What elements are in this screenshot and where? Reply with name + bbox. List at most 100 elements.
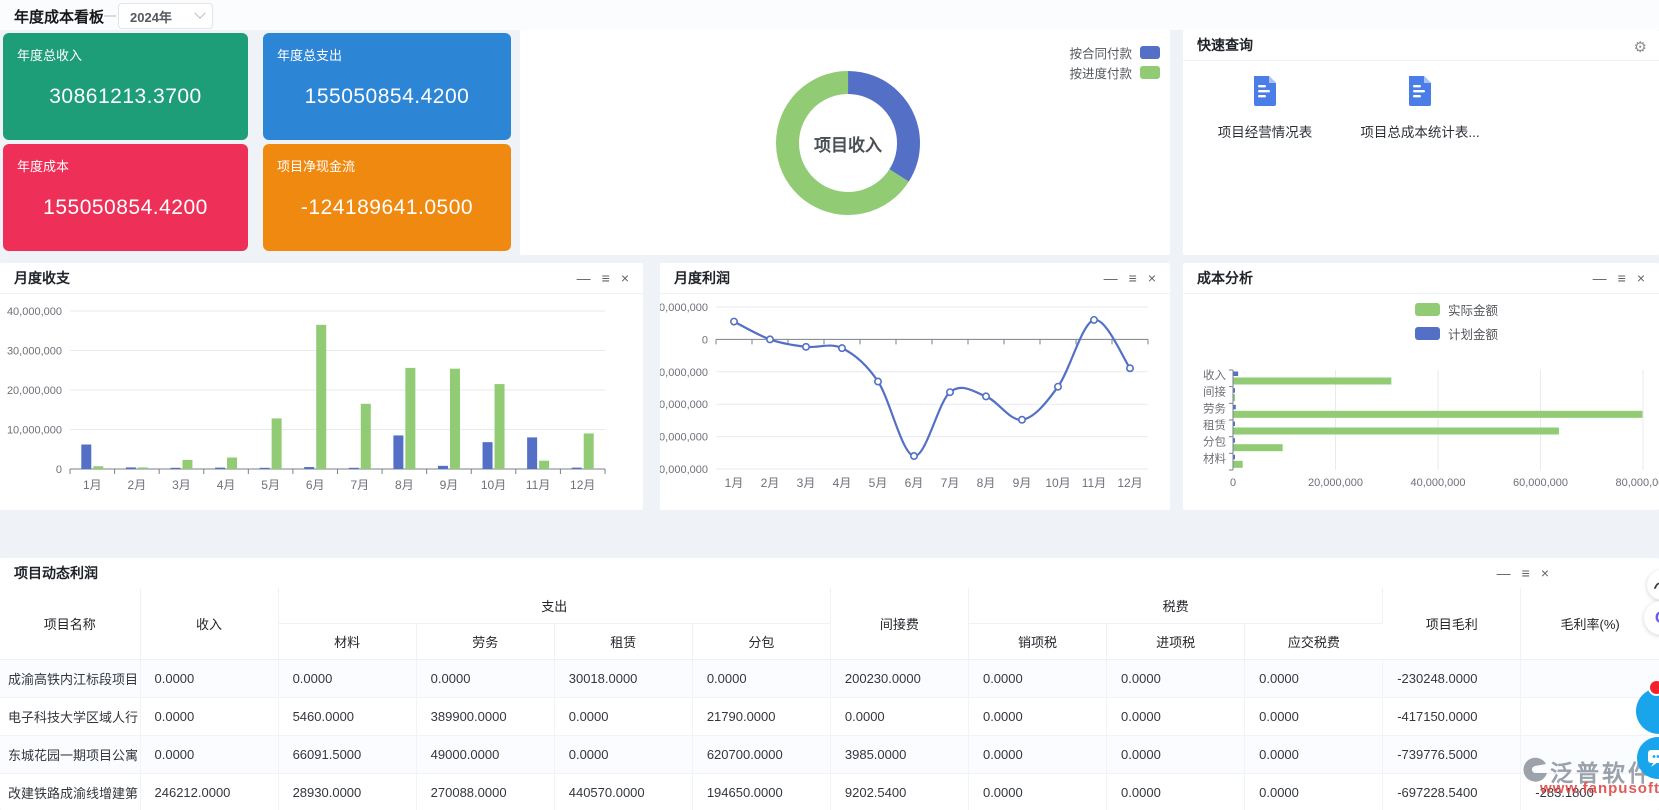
minimize-icon[interactable]: — [1593,271,1607,285]
svg-text:8月: 8月 [977,476,996,490]
svg-text:9月: 9月 [440,478,459,492]
dynamic-profit-table: 项目名称 收入 支出 间接费 税费 项目毛利 毛利率(%) 材料 劳务 租赁 分… [0,588,1659,810]
monthly-bar-chart: 010,000,00020,000,00030,000,00040,000,00… [0,295,643,505]
value-cell: 0.0000 [830,698,968,736]
squiggle-icon [1653,578,1659,592]
value-cell: 0.0000 [554,698,692,736]
value-cell: 0.0000 [968,660,1106,698]
value-cell: 194650.0000 [692,774,830,810]
kpi-card-total-income: 年度总收入 30861213.3700 [3,33,248,140]
document-icon [1251,74,1279,106]
value-cell: -739776.5000 [1383,736,1521,774]
value-cell: 0.0000 [278,660,416,698]
close-icon[interactable]: × [1148,271,1156,285]
close-icon[interactable]: × [621,271,629,285]
menu-icon[interactable]: ≡ [602,271,610,285]
value-cell: -417150.0000 [1383,698,1521,736]
svg-text:12月: 12月 [1117,476,1142,490]
svg-text:7月: 7月 [350,478,369,492]
value-cell: 0.0000 [1245,660,1383,698]
value-cell: 21790.0000 [692,698,830,736]
value-cell: -283.1800 [1521,774,1659,810]
table-header: 项目名称 收入 支出 间接费 税费 项目毛利 毛利率(%) 材料 劳务 租赁 分… [0,588,1659,660]
svg-text:30,000,000: 30,000,000 [7,346,62,358]
svg-text:12月: 12月 [570,478,595,492]
svg-text:-30,000,000: -30,000,000 [660,432,708,444]
chat-bubble-icon [1647,748,1659,768]
svg-text:7月: 7月 [941,476,960,490]
svg-text:2月: 2月 [761,476,780,490]
svg-text:间接: 间接 [1203,386,1226,399]
value-cell: 0.0000 [968,774,1106,810]
value-cell: 0.0000 [692,660,830,698]
quick-query-item-operating-report[interactable]: 项目经营情况表 [1195,74,1335,141]
menu-icon[interactable]: ≡ [1129,271,1137,285]
kpi-card-total-expense: 年度总支出 155050854.4200 [263,33,511,140]
kpi-card-annual-cost: 年度成本 155050854.4200 [3,144,248,251]
legend-item-progress[interactable]: 按进度付款 [1069,62,1160,82]
kpi-value: 155050854.4200 [263,85,511,109]
value-cell [1521,660,1659,698]
svg-text:5月: 5月 [869,476,888,490]
svg-text:20,000,000: 20,000,000 [7,385,62,397]
svg-text:11月: 11月 [526,478,550,492]
value-cell: 246212.0000 [140,774,278,810]
panel-title: 成本分析 [1197,268,1253,288]
close-icon[interactable]: × [1541,566,1549,580]
svg-text:1月: 1月 [83,478,102,492]
value-cell: 5460.0000 [278,698,416,736]
col-header-margin: 毛利率(%) [1521,588,1659,660]
value-cell: 28930.0000 [278,774,416,810]
project-name-cell: 改建铁路成渝线增建第 [0,774,140,810]
quick-query-panel: 快速查询 ⚙ 项目经营情况表 项目总成本统计表... [1183,30,1659,255]
year-selector[interactable]: 2024年 [118,3,213,29]
svg-text:0: 0 [56,464,62,476]
panel-title: 月度收支 [14,268,70,288]
col-header-output-tax: 销项税 [968,624,1106,660]
col-header-rent: 租赁 [554,624,692,660]
document-icon [1406,74,1434,106]
svg-text:租赁: 租赁 [1203,418,1226,432]
quick-query-item-label: 项目经营情况表 [1195,121,1335,141]
kpi-value: 155050854.4200 [3,196,248,220]
kpi-label: 年度总收入 [17,45,82,64]
table-row: 电子科技大学区域人行0.00005460.0000389900.00000.00… [0,698,1659,736]
pie-legend: 按合同付款 按进度付款 [1069,42,1160,82]
kpi-label: 项目净现金流 [277,156,355,175]
svg-text:4月: 4月 [833,476,852,490]
kpi-label: 年度成本 [17,156,69,175]
project-income-panel: 项目收入 按合同付款 按进度付款 [520,30,1170,255]
value-cell: 66091.5000 [278,736,416,774]
legend-swatch [1140,66,1160,79]
value-cell: 0.0000 [968,736,1106,774]
svg-text:6月: 6月 [905,476,924,490]
value-cell: 9202.5400 [830,774,968,810]
quick-query-item-total-cost-report[interactable]: 项目总成本统计表... [1335,74,1505,141]
value-cell: 49000.0000 [416,736,554,774]
svg-text:80,000,000: 80,000,000 [1615,477,1659,489]
gear-icon[interactable]: ⚙ [1634,38,1647,56]
minimize-icon[interactable]: — [577,271,591,285]
menu-icon[interactable]: ≡ [1522,566,1530,580]
col-header-material: 材料 [278,624,416,660]
table-row: 成渝高铁内江标段项目0.00000.00000.000030018.00000.… [0,660,1659,698]
menu-icon[interactable]: ≡ [1618,271,1626,285]
quick-query-items: 项目经营情况表 项目总成本统计表... [1195,74,1505,141]
legend-swatch [1140,46,1160,59]
value-cell: 0.0000 [1245,736,1383,774]
top-bar: 年度成本看板 2024年 [0,0,1659,30]
value-cell: 30018.0000 [554,660,692,698]
panel-title: 快速查询 [1197,35,1253,55]
value-cell: 0.0000 [140,660,278,698]
monthly-profit-panel: 月度利润 — ≡ × -40,000,000-30,000,000-20,000… [660,263,1170,510]
value-cell: 0.0000 [140,736,278,774]
value-cell: 200230.0000 [830,660,968,698]
legend-label: 按合同付款 [1069,43,1132,62]
svg-text:1月: 1月 [725,476,744,490]
col-header-project-name: 项目名称 [0,588,140,660]
minimize-icon[interactable]: — [1497,566,1511,580]
legend-item-contract[interactable]: 按合同付款 [1069,42,1160,62]
svg-text:8月: 8月 [395,478,414,492]
minimize-icon[interactable]: — [1104,271,1118,285]
close-icon[interactable]: × [1637,271,1645,285]
